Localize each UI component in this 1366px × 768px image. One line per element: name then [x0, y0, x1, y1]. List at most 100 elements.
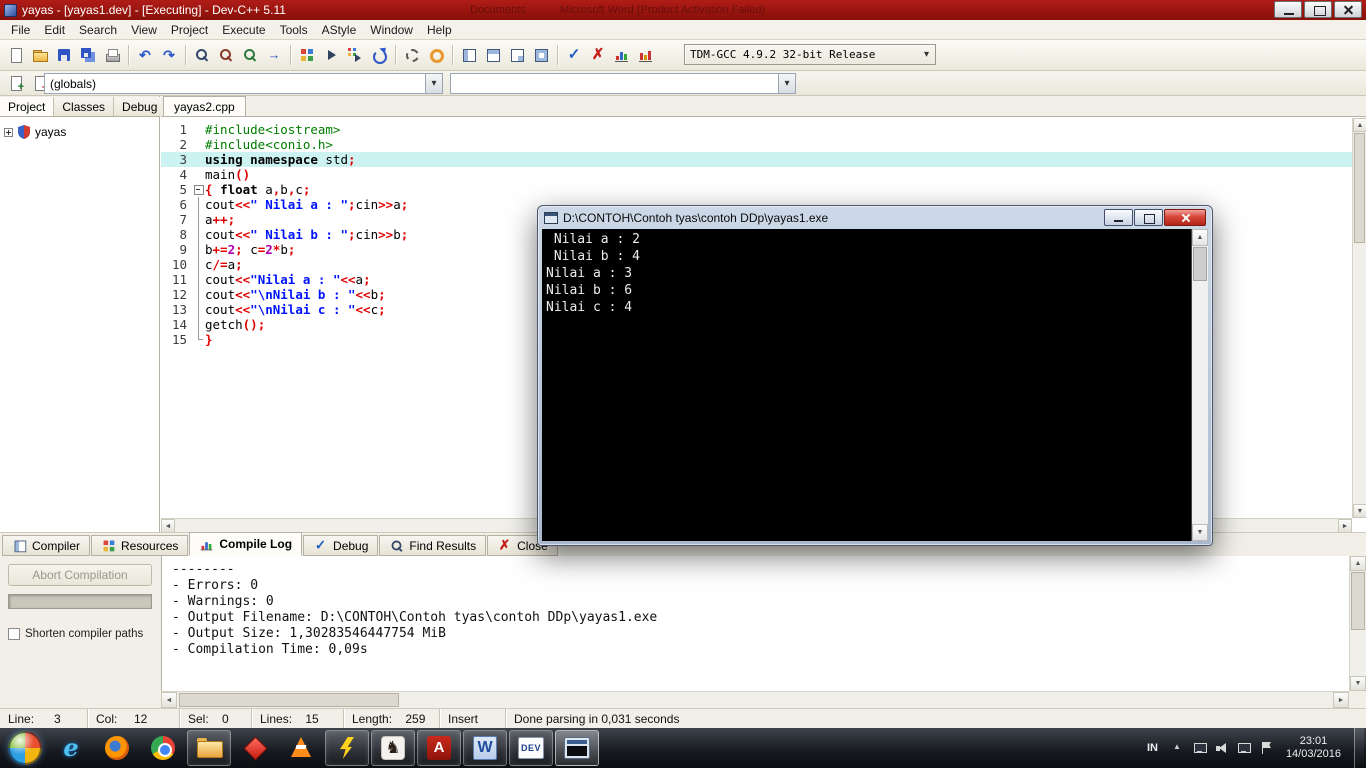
tab-classes[interactable]: Classes: [54, 97, 115, 116]
undo-button[interactable]: [133, 43, 157, 67]
fold-marker[interactable]: [193, 182, 205, 197]
members-select[interactable]: [450, 73, 796, 94]
tab-find-results[interactable]: Find Results: [379, 535, 487, 556]
tab-debug-bottom[interactable]: Debug: [303, 535, 379, 556]
menu-item[interactable]: Execute: [215, 21, 272, 39]
tab-resources[interactable]: Resources: [91, 535, 189, 556]
abort-compilation-button[interactable]: Abort Compilation: [8, 564, 152, 586]
run-button[interactable]: [319, 43, 343, 67]
tab-project[interactable]: Project: [0, 97, 55, 116]
code-line[interactable]: 1 #include<iostream>: [161, 122, 1352, 137]
toggle-fullscreen-button[interactable]: [529, 43, 553, 67]
scrollbar-thumb[interactable]: [1354, 133, 1365, 243]
maximize-button[interactable]: [1304, 1, 1332, 18]
project-tree-item[interactable]: yayas: [35, 125, 66, 139]
rebuild-button[interactable]: [367, 43, 391, 67]
compiler-select[interactable]: TDM-GCC 4.9.2 32-bit Release: [684, 44, 936, 65]
menu-item[interactable]: Edit: [37, 21, 72, 39]
console-minimize-button[interactable]: [1104, 209, 1133, 226]
console-scrollbar[interactable]: [1191, 229, 1208, 541]
syntax-check-button[interactable]: [562, 43, 586, 67]
debug-button[interactable]: [400, 43, 424, 67]
goto-line-button[interactable]: [262, 43, 286, 67]
taskbar-explorer[interactable]: [187, 730, 231, 766]
scroll-left-icon[interactable]: [161, 519, 175, 533]
console-title-bar[interactable]: D:\CONTOH\Contoh tyas\contoh DDp\yayas1.…: [538, 206, 1212, 229]
toggle-output-panel-button[interactable]: [505, 43, 529, 67]
hidden-icons-button[interactable]: [1171, 741, 1185, 755]
minimize-button[interactable]: [1274, 1, 1302, 18]
scroll-down-icon[interactable]: [1350, 676, 1366, 691]
print-button[interactable]: [100, 43, 124, 67]
scrollbar-thumb[interactable]: [1193, 247, 1207, 281]
code-line[interactable]: 2 #include<conio.h>: [161, 137, 1352, 152]
scroll-up-icon[interactable]: [1353, 118, 1366, 132]
delete-profiling-button[interactable]: [634, 43, 658, 67]
find-button[interactable]: [190, 43, 214, 67]
display-icon[interactable]: [1193, 741, 1207, 755]
taskbar-dev-cpp[interactable]: [509, 730, 553, 766]
console-window[interactable]: D:\CONTOH\Contoh tyas\contoh DDp\yayas1.…: [537, 205, 1213, 546]
new-file-button[interactable]: [4, 43, 28, 67]
scroll-right-icon[interactable]: [1338, 519, 1352, 533]
show-desktop-button[interactable]: [1354, 728, 1364, 768]
menu-item[interactable]: View: [124, 21, 164, 39]
menu-item[interactable]: File: [4, 21, 37, 39]
scrollbar-thumb[interactable]: [1351, 572, 1365, 630]
taskbar-console-window[interactable]: [555, 730, 599, 766]
replace-button[interactable]: [214, 43, 238, 67]
action-center-icon[interactable]: [1259, 741, 1273, 755]
taskbar-internet-explorer[interactable]: [49, 730, 93, 766]
save-button[interactable]: [52, 43, 76, 67]
profile-analysis-button[interactable]: [610, 43, 634, 67]
scroll-up-icon[interactable]: [1350, 556, 1366, 571]
code-line[interactable]: 5 { float a,b,c;: [161, 182, 1352, 197]
taskbar-chrome[interactable]: [141, 730, 185, 766]
close-button[interactable]: [1334, 1, 1362, 18]
scrollbar-thumb[interactable]: [179, 693, 399, 707]
editor-tab-yayas2[interactable]: yayas2.cpp: [163, 96, 246, 116]
shorten-paths-checkbox[interactable]: [8, 628, 20, 640]
menu-item[interactable]: AStyle: [315, 21, 364, 39]
editor-vertical-scrollbar[interactable]: [1352, 118, 1366, 518]
log-vertical-scrollbar[interactable]: [1349, 556, 1366, 691]
code-line[interactable]: 3 using namespace std;: [161, 152, 1352, 167]
find-next-button[interactable]: [238, 43, 262, 67]
save-all-button[interactable]: [76, 43, 100, 67]
taskbar-red-diamond-app[interactable]: [233, 730, 277, 766]
add-to-project-button[interactable]: [4, 71, 28, 95]
tab-debug[interactable]: Debug: [114, 97, 167, 116]
taskbar-media-app[interactable]: [279, 730, 323, 766]
taskbar-winamp[interactable]: [325, 730, 369, 766]
toggle-report-panel-button[interactable]: [481, 43, 505, 67]
taskbar-firefox[interactable]: [95, 730, 139, 766]
log-horizontal-scrollbar[interactable]: [161, 691, 1349, 708]
volume-icon[interactable]: [1215, 741, 1229, 755]
open-file-button[interactable]: [28, 43, 52, 67]
tab-compiler[interactable]: Compiler: [2, 535, 91, 556]
start-button[interactable]: [8, 731, 42, 765]
toggle-project-panel-button[interactable]: [457, 43, 481, 67]
console-maximize-button[interactable]: [1134, 209, 1163, 226]
compile-log[interactable]: -------- - Errors: 0- Warnings: 0- Output…: [161, 556, 1349, 691]
scroll-up-icon[interactable]: [1192, 229, 1208, 246]
tab-compile-log[interactable]: Compile Log: [189, 532, 303, 556]
language-indicator[interactable]: IN: [1143, 740, 1162, 756]
scroll-down-icon[interactable]: [1192, 524, 1208, 541]
taskbar-adobe-reader[interactable]: [417, 730, 461, 766]
redo-button[interactable]: [157, 43, 181, 67]
menu-item[interactable]: Project: [164, 21, 215, 39]
compile-button[interactable]: [295, 43, 319, 67]
taskbar-word[interactable]: [463, 730, 507, 766]
menu-item[interactable]: Window: [363, 21, 420, 39]
code-line[interactable]: 4 main(): [161, 167, 1352, 182]
globals-select[interactable]: (globals): [44, 73, 443, 94]
scroll-right-icon[interactable]: [1333, 692, 1349, 708]
scroll-left-icon[interactable]: [161, 692, 177, 708]
menu-item[interactable]: Help: [420, 21, 459, 39]
taskbar-clock[interactable]: 23:01 14/03/2016: [1282, 735, 1345, 761]
taskbar-kangaroo-app[interactable]: [371, 730, 415, 766]
abort-compilation-toolbar-button[interactable]: [586, 43, 610, 67]
console-output[interactable]: Nilai a : 2 Nilai b : 4 Nilai a : 3 Nilai …: [542, 229, 1191, 541]
tree-expand-icon[interactable]: [4, 127, 13, 137]
